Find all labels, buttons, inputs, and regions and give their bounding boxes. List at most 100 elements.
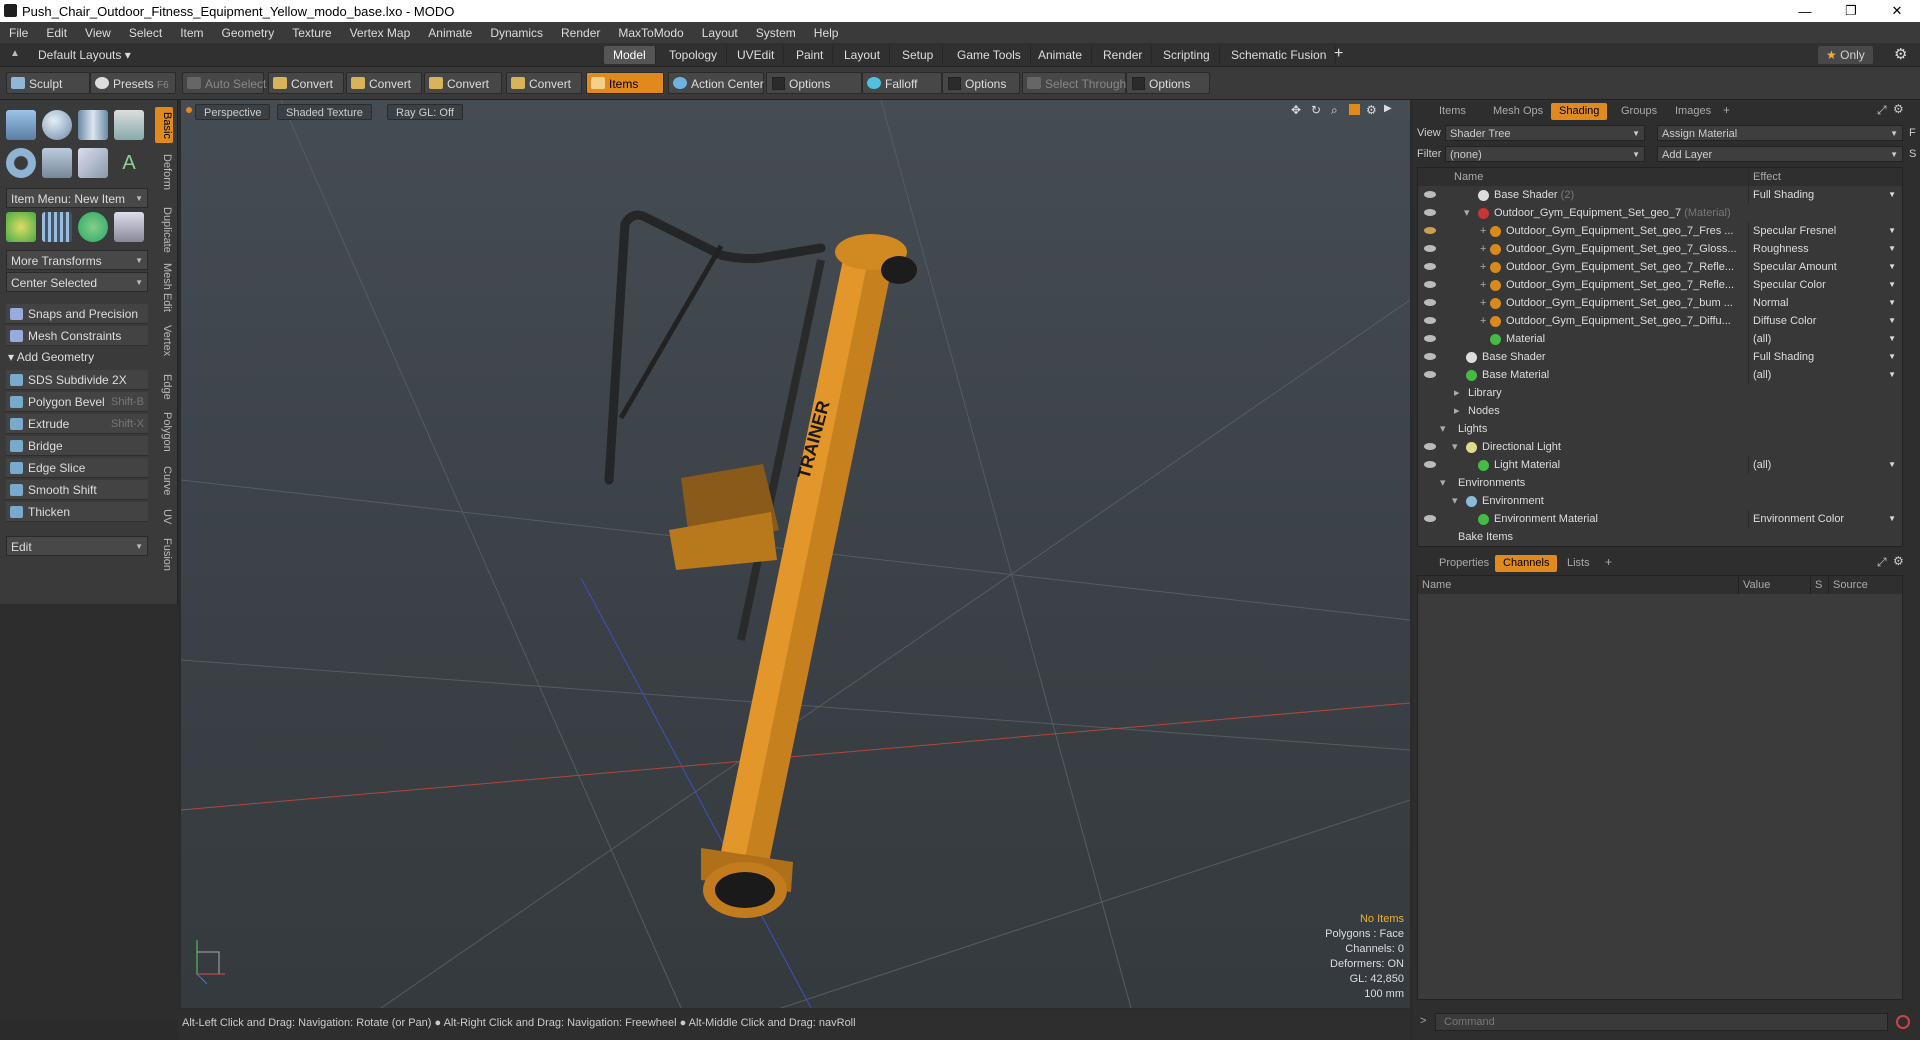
fit-view-icon[interactable] — [1349, 104, 1360, 115]
tree-row[interactable]: Light Material (all) — [1418, 456, 1902, 474]
tab-scripting[interactable]: Scripting — [1154, 46, 1220, 64]
only-toggle[interactable]: ★ Only — [1818, 46, 1873, 64]
menu-render[interactable]: Render — [552, 26, 609, 40]
rtab-properties[interactable]: Properties — [1431, 555, 1497, 572]
vtab-polygon[interactable]: Polygon — [155, 407, 173, 457]
cube-icon[interactable] — [6, 110, 36, 140]
close-button[interactable]: ✕ — [1874, 0, 1920, 22]
torus-icon[interactable] — [6, 148, 36, 178]
menu-file[interactable]: File — [0, 26, 37, 40]
eye-icon[interactable] — [1424, 461, 1436, 468]
vtab-uv[interactable]: UV — [155, 505, 173, 529]
options-button-3[interactable]: Options — [1126, 72, 1210, 94]
minimize-button[interactable]: — — [1782, 0, 1828, 22]
menu-system[interactable]: System — [747, 26, 805, 40]
vtab-fusion[interactable]: Fusion — [155, 533, 173, 577]
convert-button-2[interactable]: Convert — [346, 72, 422, 94]
tab-paint[interactable]: Paint — [787, 46, 834, 64]
tree-row[interactable]: ▸ Nodes — [1418, 402, 1902, 420]
eye-icon[interactable] — [1424, 353, 1436, 360]
options-button-1[interactable]: Options — [766, 72, 862, 94]
menu-geometry[interactable]: Geometry — [213, 26, 284, 40]
rtab-groups[interactable]: Groups — [1613, 103, 1665, 120]
vtab-basic[interactable]: Basic — [155, 107, 173, 143]
tree-row[interactable]: Base Shader Full Shading — [1418, 348, 1902, 366]
menu-maxtomodo[interactable]: MaxToModo — [609, 26, 692, 40]
shading-mode[interactable]: Shaded Texture — [277, 104, 372, 120]
menu-help[interactable]: Help — [805, 26, 848, 40]
tree-row[interactable]: + Outdoor_Gym_Equipment_Set_geo_7_Diffu..… — [1418, 312, 1902, 330]
auto-select-button[interactable]: Auto Select — [182, 72, 266, 94]
view-mode-perspective[interactable]: Perspective — [195, 104, 271, 120]
vtab-mesh-edit[interactable]: Mesh Edit — [155, 259, 173, 315]
expand-icon[interactable]: ⤢ — [1877, 555, 1887, 570]
center-selected-dropdown[interactable]: Center Selected — [6, 272, 148, 293]
ch-col-source[interactable]: Source — [1828, 576, 1868, 594]
brush-icon[interactable] — [1424, 227, 1436, 234]
menu-edit[interactable]: Edit — [37, 26, 76, 40]
menu-dynamics[interactable]: Dynamics — [481, 26, 552, 40]
capsule-icon[interactable] — [42, 148, 72, 178]
tree-row[interactable]: + Outdoor_Gym_Equipment_Set_geo_7_Fres ..… — [1418, 222, 1902, 240]
menu-texture[interactable]: Texture — [283, 26, 340, 40]
items-mode-button[interactable]: Items — [586, 72, 664, 94]
cone-icon[interactable] — [114, 110, 144, 140]
add-layer-dropdown[interactable]: Add Layer — [1657, 146, 1903, 163]
move-view-icon[interactable]: ✥ — [1291, 103, 1301, 117]
eye-icon[interactable] — [1424, 317, 1436, 324]
tree-row[interactable]: + Outdoor_Gym_Equipment_Set_geo_7_bum ...… — [1418, 294, 1902, 312]
tab-topology[interactable]: Topology — [660, 46, 728, 64]
zoom-view-icon[interactable]: ⌕ — [1331, 103, 1338, 118]
col-effect[interactable]: Effect — [1748, 168, 1898, 186]
tree-row[interactable]: ▾ Environment — [1418, 492, 1902, 510]
rtab-images[interactable]: Images — [1667, 103, 1719, 120]
more-transforms-dropdown[interactable]: More Transforms — [6, 250, 148, 271]
convert-button-4[interactable]: Convert — [506, 72, 582, 94]
eye-icon[interactable] — [1424, 263, 1436, 270]
add-geometry-header[interactable]: ▾ Add Geometry — [8, 350, 94, 364]
rotate-view-icon[interactable]: ↻ — [1311, 103, 1321, 117]
ch-col-s[interactable]: S — [1810, 576, 1822, 594]
pen-icon[interactable] — [78, 148, 108, 178]
default-layouts-dropdown[interactable]: Default Layouts ▾ — [38, 48, 131, 62]
eye-icon[interactable] — [1424, 515, 1436, 522]
eye-icon[interactable] — [1424, 209, 1436, 216]
add-tab-icon[interactable]: + — [1334, 45, 1343, 63]
options-checkbox[interactable] — [1132, 77, 1145, 90]
sphere-icon[interactable] — [42, 110, 72, 140]
tree-row[interactable]: Bake Items — [1418, 528, 1902, 546]
bridge-button[interactable]: Bridge — [6, 436, 148, 456]
tab-game-tools[interactable]: Game Tools — [948, 46, 1031, 64]
tree-row[interactable]: Base Material (all) — [1418, 366, 1902, 384]
options-checkbox[interactable] — [772, 77, 785, 90]
tab-schematic-fusion[interactable]: Schematic Fusion — [1222, 46, 1337, 64]
ch-col-value[interactable]: Value — [1738, 576, 1770, 594]
options-checkbox[interactable] — [948, 77, 961, 90]
col-name[interactable]: Name — [1454, 168, 1483, 186]
3d-viewport[interactable]: TRAINER No Items Polygons : Face Channel… — [181, 100, 1410, 1008]
tab-setup[interactable]: Setup — [893, 46, 944, 64]
globe-icon[interactable] — [78, 212, 108, 242]
rtab-items[interactable]: Items — [1431, 103, 1474, 120]
viewport-more-icon[interactable]: ▶ — [1384, 103, 1392, 114]
polygon-bevel-button[interactable]: Polygon Bevel Shift-B — [6, 392, 148, 412]
panel-gear-icon[interactable]: ⚙ — [1893, 554, 1904, 568]
tab-uvedit[interactable]: UVEdit — [728, 46, 785, 64]
view-dropdown[interactable]: Shader Tree — [1445, 125, 1645, 142]
rtab-mesh-ops[interactable]: Mesh Ops — [1485, 103, 1551, 120]
convert-button-3[interactable]: Convert — [424, 72, 502, 94]
edge-slice-button[interactable]: Edge Slice — [6, 458, 148, 478]
maximize-button[interactable]: ❐ — [1828, 0, 1874, 22]
rtab-channels[interactable]: Channels — [1495, 555, 1558, 572]
tab-animate[interactable]: Animate — [1029, 46, 1093, 64]
smooth-shift-button[interactable]: Smooth Shift — [6, 480, 148, 500]
panel-gear-icon[interactable]: ⚙ — [1893, 102, 1904, 116]
eye-icon[interactable] — [1424, 335, 1436, 342]
tree-row[interactable]: ▾ Outdoor_Gym_Equipment_Set_geo_7 (Materi… — [1418, 204, 1902, 222]
snaps-precision-button[interactable]: Snaps and Precision — [6, 304, 148, 324]
eye-icon[interactable] — [1424, 299, 1436, 306]
tree-row[interactable]: + Outdoor_Gym_Equipment_Set_geo_7_Refle..… — [1418, 258, 1902, 276]
presets-button[interactable]: Presets F6 — [90, 72, 176, 94]
add-tab-icon[interactable]: + — [1605, 555, 1612, 569]
eye-icon[interactable] — [1424, 245, 1436, 252]
